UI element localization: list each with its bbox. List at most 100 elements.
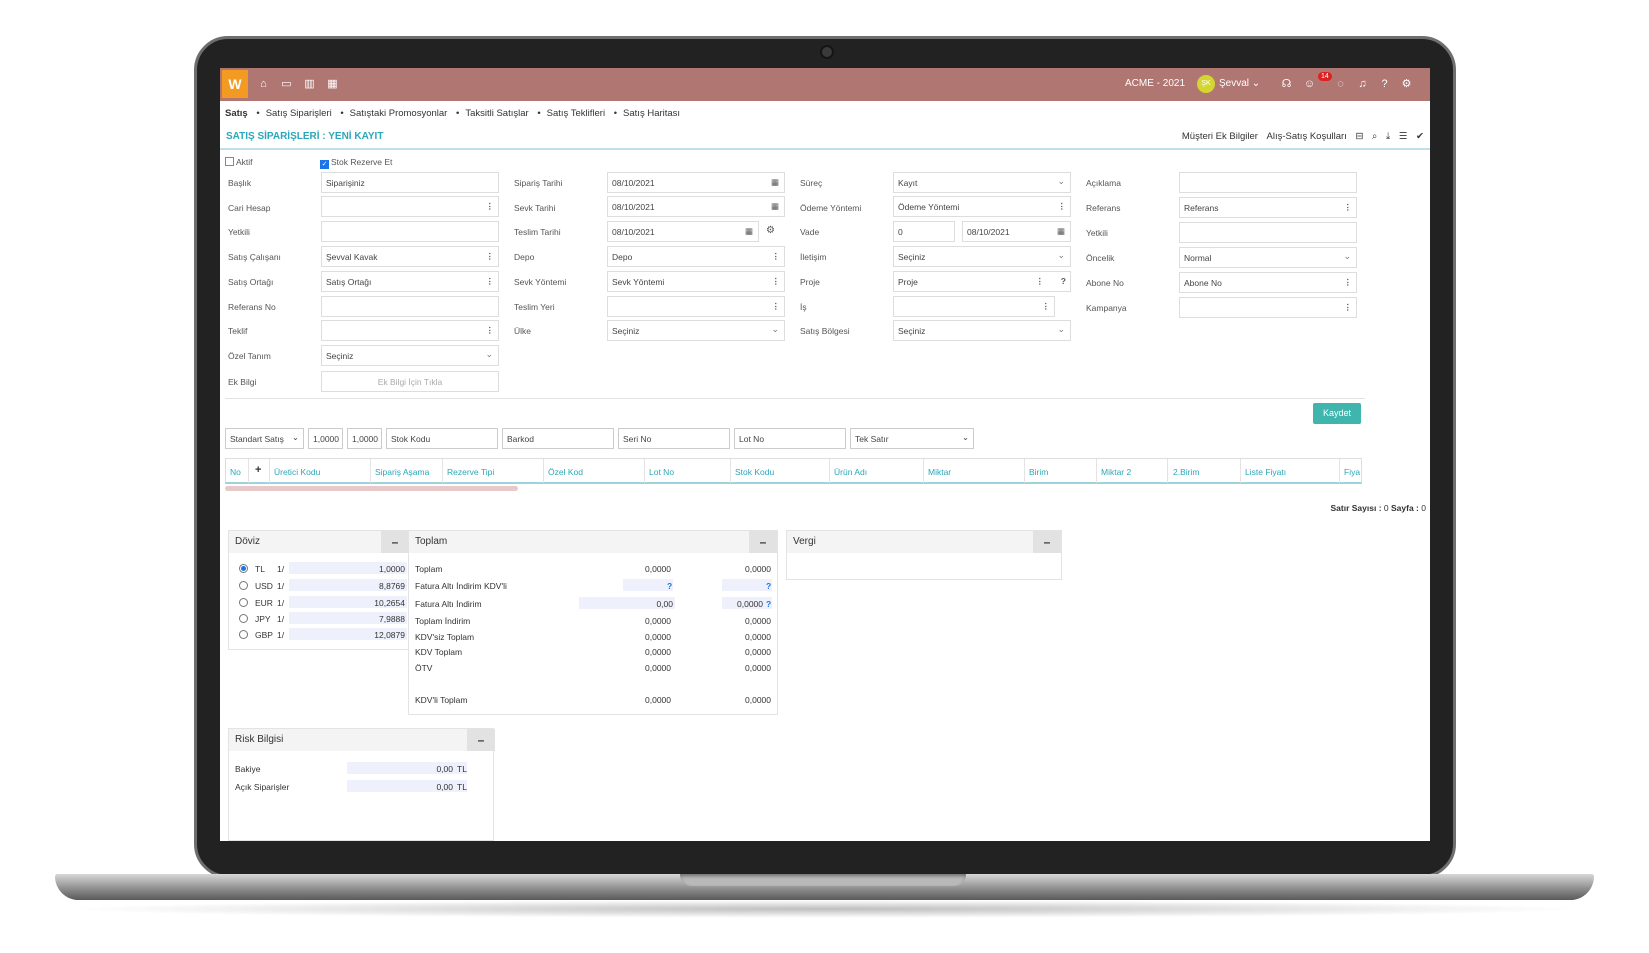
col-liste-fiyati[interactable]: Liste Fiyatı — [1245, 467, 1286, 477]
col-urun-adi[interactable]: Ürün Adı — [834, 467, 867, 477]
satis-calisani-field[interactable]: Şevval Kavak ⋮ — [321, 246, 499, 267]
user-menu[interactable]: Şevval ⌄ — [1219, 78, 1260, 89]
basket-icon[interactable]: ⊟ — [1355, 131, 1363, 142]
odeme-yontemi-field[interactable]: Ödeme Yöntemi ⋮ — [893, 196, 1071, 217]
bell-icon[interactable]: ♫ — [1356, 78, 1369, 91]
crumb-satis-siparisleri[interactable]: Satış Siparişleri — [266, 108, 332, 119]
more-icon[interactable]: ⋮ — [486, 201, 495, 212]
more-icon[interactable]: ⋮ — [1036, 276, 1045, 287]
siparis-tarihi-field[interactable]: 08/10/2021 ▦ — [607, 172, 785, 193]
more-icon[interactable]: ⋮ — [486, 276, 495, 287]
stok-rezerve-checkbox[interactable]: ✓ Stok Rezerve Et — [320, 157, 392, 169]
ozel-tanim-select[interactable]: Seçiniz ⌄ — [321, 345, 499, 366]
satis-bolgesi-select[interactable]: Seçiniz ⌄ — [893, 320, 1071, 341]
gear-icon[interactable]: ⚙ — [1400, 78, 1413, 91]
baslik-field[interactable]: Siparişiniz — [321, 172, 499, 193]
teslim-tarihi-field[interactable]: 08/10/2021 ▦ — [607, 221, 759, 242]
currency-radio-tl[interactable] — [239, 564, 248, 573]
discount-kdv-field[interactable] — [623, 579, 673, 591]
seri-no-input[interactable]: Seri No — [618, 428, 730, 449]
conditions-link[interactable]: Alış-Satış Koşulları — [1267, 131, 1347, 142]
download-icon[interactable]: ⤓ — [1386, 131, 1390, 142]
col-no[interactable]: No — [230, 467, 241, 477]
chat-icon[interactable]: ◌ — [1334, 78, 1347, 91]
oncelik-select[interactable]: Normal ⌄ — [1179, 247, 1357, 268]
ek-bilgi-button[interactable]: Ek Bilgi İçin Tıkla — [321, 371, 499, 392]
save-button[interactable]: Kaydet — [1313, 403, 1361, 424]
question-icon[interactable]: ? — [766, 581, 771, 591]
list-icon[interactable]: ☰ — [1399, 131, 1408, 142]
col-lot-no[interactable]: Lot No — [649, 467, 674, 477]
quantity-1-field[interactable]: 1,0000 — [308, 428, 343, 449]
col-ozel-kod[interactable]: Özel Kod — [548, 467, 583, 477]
headset-icon[interactable]: ☊ — [1280, 78, 1293, 91]
col-uretici-kodu[interactable]: Üretici Kodu — [274, 467, 320, 477]
is-field[interactable]: ⋮ — [893, 296, 1055, 317]
more-icon[interactable]: ⋮ — [1344, 277, 1353, 288]
referans-no-field[interactable] — [321, 296, 499, 317]
proje-field[interactable]: Proje ⋮? — [893, 271, 1071, 292]
depo-field[interactable]: Depo ⋮ — [607, 246, 785, 267]
cari-hesap-field[interactable]: ⋮ — [321, 196, 499, 217]
quantity-2-field[interactable]: 1,0000 — [347, 428, 382, 449]
crumb-taksitli[interactable]: Taksitli Satışlar — [465, 108, 528, 119]
minimize-button[interactable]: – — [1033, 531, 1061, 553]
crumb-satis[interactable]: Satış — [225, 108, 248, 119]
gears-icon[interactable]: ⚙ — [766, 225, 775, 236]
col-birim[interactable]: Birim — [1029, 467, 1048, 477]
sevk-tarihi-field[interactable]: 08/10/2021 ▦ — [607, 196, 785, 217]
calendar-icon[interactable]: ▦ — [326, 78, 339, 91]
calendar-icon[interactable]: ▦ — [771, 201, 779, 212]
crumb-promosyonlar[interactable]: Satıştaki Promosyonlar — [350, 108, 448, 119]
kampanya-field[interactable]: ⋮ — [1179, 297, 1357, 318]
minimize-button[interactable]: – — [467, 729, 495, 751]
calendar-icon[interactable]: ▦ — [1057, 226, 1065, 237]
teklif-field[interactable]: ⋮ — [321, 320, 499, 341]
chart-icon[interactable]: ▥ — [303, 78, 316, 91]
more-icon[interactable]: ⋮ — [486, 251, 495, 262]
row-mode-select[interactable]: Tek Satır ⌄ — [850, 428, 974, 449]
aktif-checkbox[interactable]: Aktif — [225, 157, 253, 167]
iletisim-select[interactable]: Seçiniz ⌄ — [893, 246, 1071, 267]
more-icon[interactable]: ⋮ — [1344, 302, 1353, 313]
col-stok-kodu[interactable]: Stok Kodu — [735, 467, 774, 477]
more-icon[interactable]: ⋮ — [772, 251, 781, 262]
more-icon[interactable]: ⋮ — [486, 325, 495, 336]
vade-field[interactable]: 0 — [893, 221, 955, 242]
help-icon[interactable]: ? — [1378, 78, 1391, 91]
currency-radio-gbp[interactable] — [239, 630, 248, 639]
question-icon[interactable]: ? — [1061, 276, 1066, 286]
currency-radio-jpy[interactable] — [239, 614, 248, 623]
barkod-input[interactable]: Barkod — [502, 428, 614, 449]
box-icon[interactable]: ▭ — [280, 78, 293, 91]
referans-field[interactable]: Referans ⋮ — [1179, 197, 1357, 218]
col-miktar-2[interactable]: Miktar 2 — [1101, 467, 1131, 477]
more-icon[interactable]: ⋮ — [772, 276, 781, 287]
minimize-button[interactable]: – — [381, 531, 409, 553]
more-icon[interactable]: ⋮ — [772, 301, 781, 312]
surec-select[interactable]: Kayıt ⌄ — [893, 172, 1071, 193]
currency-radio-usd[interactable] — [239, 581, 248, 590]
col-2-birim[interactable]: 2.Birim — [1173, 467, 1199, 477]
sevk-yontemi-field[interactable]: Sevk Yöntemi ⋮ — [607, 271, 785, 292]
search-icon[interactable]: ⌕ — [1372, 131, 1377, 142]
add-row-icon[interactable]: + — [255, 464, 261, 476]
avatar[interactable]: ŞK — [1197, 75, 1215, 93]
app-logo[interactable]: W — [222, 70, 248, 98]
more-icon[interactable]: ⋮ — [1058, 201, 1067, 212]
vade-date-field[interactable]: 08/10/2021 ▦ — [962, 221, 1071, 242]
col-fiyat[interactable]: Fiya — [1344, 467, 1360, 477]
more-icon[interactable]: ⋮ — [1042, 301, 1051, 312]
yetkili2-field[interactable] — [1179, 222, 1357, 243]
question-icon[interactable]: ? — [766, 599, 771, 609]
teslim-yeri-field[interactable]: ⋮ — [607, 296, 785, 317]
customer-info-link[interactable]: Müşteri Ek Bilgiler — [1182, 131, 1258, 142]
home-icon[interactable]: ⌂ — [257, 78, 270, 91]
crumb-teklifler[interactable]: Satış Teklifleri — [547, 108, 605, 119]
question-icon[interactable]: ? — [667, 581, 672, 591]
company-name[interactable]: ACME - 2021 — [1125, 78, 1185, 89]
minimize-button[interactable]: – — [749, 531, 777, 553]
ulke-select[interactable]: Seçiniz ⌄ — [607, 320, 785, 341]
calendar-icon[interactable]: ▦ — [771, 177, 779, 188]
stok-kodu-input[interactable]: Stok Kodu — [386, 428, 498, 449]
